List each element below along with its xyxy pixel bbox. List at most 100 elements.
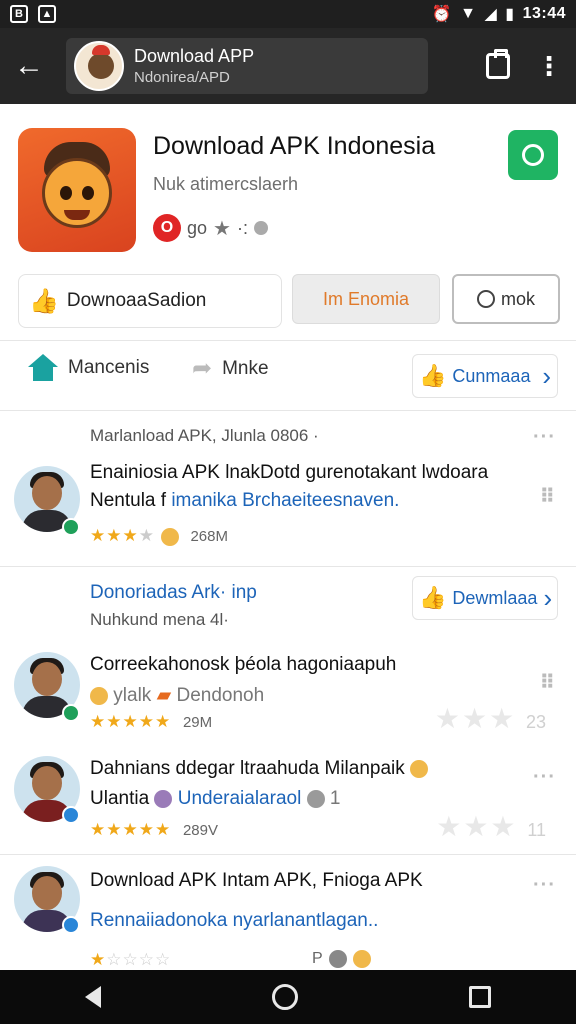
like-button[interactable]: 👍 DownoaaSadion: [18, 274, 282, 328]
chevron-right-icon: ›: [542, 360, 551, 391]
post-link[interactable]: imanika Brchaeiteesnaven.: [171, 490, 399, 511]
download-cta-label: Dewmlaaa: [452, 587, 538, 608]
appbar-title: Download APP: [134, 46, 255, 66]
signal-icon: ◢: [484, 6, 498, 23]
emoji-icon: [410, 759, 429, 778]
back-triangle-icon[interactable]: [85, 986, 102, 1008]
nav-home[interactable]: Mancenis: [28, 354, 149, 382]
post-line1-text: Dahnians ddegar ltraahuda Milanpaik: [90, 758, 405, 779]
app-meta: O go ★ ·:: [153, 214, 268, 242]
more-dots-icon[interactable]: ···: [533, 874, 556, 897]
app-logo-icon: [18, 128, 136, 252]
post-line2b-text: Dendonoh: [176, 685, 265, 706]
fire-icon: ▰: [156, 685, 172, 706]
stars-filled: ★★★★★: [90, 820, 172, 839]
mic-icon: [306, 789, 325, 808]
appbar-profile-pill[interactable]: Download APP Ndonirea/APD: [66, 38, 428, 94]
post-line2-tail: 1: [329, 788, 341, 809]
post-link[interactable]: Underaialaraol: [178, 788, 302, 809]
home-circle-icon[interactable]: [271, 984, 298, 1010]
app-title: Download APK Indonesia: [153, 132, 436, 160]
post-line1: Download APK Intam APK, Fnioga APK: [90, 870, 423, 891]
faded-count: 23: [525, 712, 546, 732]
circle-icon: [476, 290, 495, 308]
rating-stars: ★☆☆☆☆: [90, 950, 171, 970]
meta-extra: ·:: [236, 217, 248, 238]
online-status-icon: [62, 518, 80, 536]
stars-filled: ★★★★★: [90, 712, 172, 731]
nav-row: Mancenis ➦ Mnke 👍 Cunmaaa ›: [0, 344, 576, 406]
grid-dots-icon[interactable]: ⠿: [539, 670, 556, 695]
post-line2: Ulantia Underaialaraol 1: [90, 788, 340, 810]
post-line1: Correekahonosk þéola hagoniaapuh: [90, 654, 397, 675]
more-menu-icon[interactable]: ⋮: [536, 53, 562, 79]
divider: [0, 854, 576, 855]
app-avatar: [74, 41, 124, 91]
post-line2-text: Nentula f: [90, 490, 167, 511]
post-header: Marlanload APK, Jlunla 0806 ·: [90, 426, 319, 445]
emoji-icon: [90, 686, 108, 705]
star-icon: ★: [213, 217, 231, 240]
section-sub: Nuhkund mena 4l·: [90, 610, 229, 629]
wifi-icon: ▼: [460, 5, 477, 22]
rating-stars: ★★★★★ 29M: [90, 712, 212, 732]
post-link[interactable]: Rennaiiadonoka nyarlanantlagan..: [90, 910, 378, 932]
rating-stars: ★★★★ 268M: [90, 526, 228, 546]
notification-icon: B: [10, 5, 28, 23]
app-subtitle: Nuk atimercslaerh: [153, 174, 299, 194]
status-time: 13:44: [522, 5, 566, 22]
alarm-icon: ⏰: [431, 6, 453, 23]
grid-dots-icon[interactable]: ⠿: [539, 484, 556, 509]
stars-filled: ★: [90, 950, 107, 969]
secondary-button[interactable]: Im Enomia: [292, 274, 440, 324]
reaction-icon: [160, 527, 179, 546]
post-line2: ylalk ▰ Dendonoh: [90, 684, 264, 707]
more-dots-icon[interactable]: ···: [533, 766, 556, 789]
post-line2: Nentula f imanika Brchaeiteesnaven.: [90, 490, 399, 512]
outline-button-label: mok: [500, 288, 535, 309]
faded-stars: ★★★ 23: [434, 703, 546, 734]
rating-count: 289V: [182, 822, 218, 839]
install-button[interactable]: [508, 130, 558, 180]
rating-badge: O: [153, 214, 181, 242]
clipboard-icon[interactable]: [486, 49, 510, 79]
online-status-icon: [62, 704, 80, 722]
image-icon: ▲: [38, 5, 56, 23]
meta-text: go: [187, 217, 208, 238]
verified-icon: [62, 806, 80, 824]
rating-stars: ★★★★★ 289V: [90, 820, 218, 840]
emoji-icon: [352, 950, 371, 968]
divider: [0, 410, 576, 411]
post-line1: Dahnians ddegar ltraahuda Milanpaik: [90, 758, 429, 780]
nav-home-label: Mancenis: [68, 357, 150, 378]
post-footer: P: [312, 950, 371, 968]
rating-count: 268M: [190, 528, 228, 545]
thumbs-up-icon: 👍: [419, 363, 447, 388]
mic-icon: [328, 950, 347, 968]
post-line2-text: ylalk: [113, 685, 152, 706]
download-cta-button[interactable]: 👍 Dewmlaaa ›: [412, 576, 558, 620]
app-header: Download APK Indonesia Nuk atimercslaerh…: [0, 104, 576, 264]
nav-share-label: Mnke: [222, 357, 269, 379]
stars-empty: ☆☆☆☆: [106, 950, 172, 969]
nav-cta-button[interactable]: 👍 Cunmaaa ›: [412, 354, 558, 398]
section-link[interactable]: Donoriadas Ark· inp: [90, 582, 257, 604]
post-line1: Enainiosia APK lnakDotd gurenotakant lwd…: [90, 462, 489, 483]
nav-share[interactable]: ➦ Mnke: [192, 354, 269, 383]
status-bar: B ▲ ⏰ ▼ ◢ ▮ 13:44: [0, 0, 576, 28]
chevron-right-icon: ›: [543, 582, 553, 613]
more-dots-icon[interactable]: ···: [533, 426, 556, 449]
stars-empty: ★: [138, 526, 155, 545]
battery-icon: ▮: [505, 6, 515, 23]
app-bar: ← Download APP Ndonirea/APD ⋮: [0, 28, 576, 104]
info-icon: [253, 221, 268, 235]
back-arrow-icon[interactable]: ←: [14, 51, 54, 81]
faded-count: 11: [527, 820, 546, 840]
outline-button[interactable]: mok: [452, 274, 560, 324]
share-icon: ➦: [192, 355, 213, 382]
appbar-subtitle: Ndonirea/APD: [134, 69, 230, 86]
recents-square-icon[interactable]: [468, 986, 491, 1008]
thumbs-up-icon: 👍: [29, 287, 59, 315]
thumbs-up-icon: 👍: [419, 585, 447, 610]
rating-count: 29M: [182, 714, 213, 731]
